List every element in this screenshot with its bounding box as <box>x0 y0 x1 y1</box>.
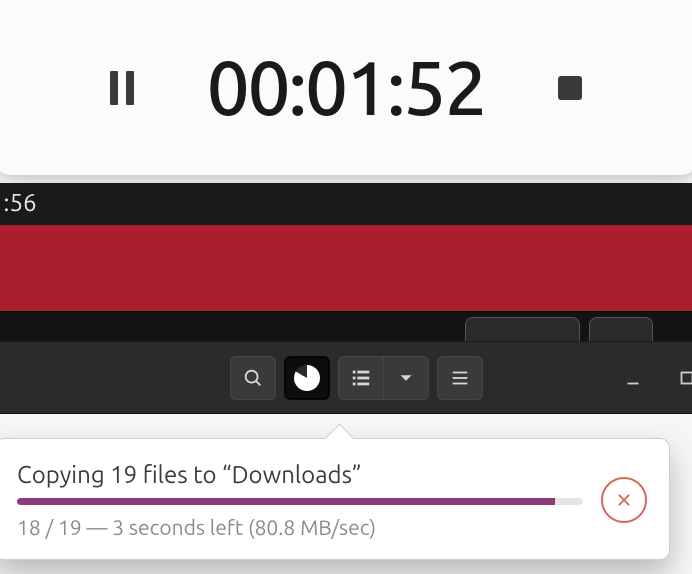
background-window-control <box>589 317 653 343</box>
file-operations-popover: Copying 19 files to “Downloads” 18 / 19 … <box>0 438 670 560</box>
operation-progress-bar <box>17 498 583 505</box>
file-operations-button[interactable] <box>284 356 330 400</box>
operation-progress-fill <box>17 498 555 505</box>
search-icon <box>242 367 264 389</box>
cancel-operation-button[interactable] <box>601 477 647 523</box>
pause-button[interactable] <box>107 73 137 103</box>
progress-pie-icon <box>294 365 320 391</box>
hamburger-icon <box>449 367 471 389</box>
topbar-clock: 1:56 <box>0 183 45 225</box>
hamburger-menu-button[interactable] <box>437 356 483 400</box>
list-view-button[interactable] <box>338 356 384 400</box>
stopwatch-window: 00:01:52 <box>0 0 692 175</box>
operation-subtitle: 18 / 19 — 3 seconds left (80.8 MB/sec) <box>17 515 583 539</box>
files-headerbar <box>0 341 692 414</box>
maximize-icon <box>676 367 692 389</box>
maximize-button[interactable] <box>664 356 692 400</box>
view-options-dropdown[interactable] <box>383 356 429 400</box>
close-icon <box>615 491 633 509</box>
list-view-icon <box>350 367 372 389</box>
minimize-icon <box>622 367 644 389</box>
stop-button[interactable] <box>555 73 585 103</box>
minimize-button[interactable] <box>610 356 656 400</box>
view-switcher <box>338 356 429 400</box>
stopwatch-time: 00:01:52 <box>207 45 486 130</box>
background-window-control <box>465 317 580 343</box>
search-button[interactable] <box>230 356 276 400</box>
pause-icon <box>110 71 134 105</box>
chevron-down-icon <box>395 367 417 389</box>
stop-icon <box>558 76 582 100</box>
wallpaper-red-band <box>0 225 692 311</box>
operation-title: Copying 19 files to “Downloads” <box>17 461 583 488</box>
